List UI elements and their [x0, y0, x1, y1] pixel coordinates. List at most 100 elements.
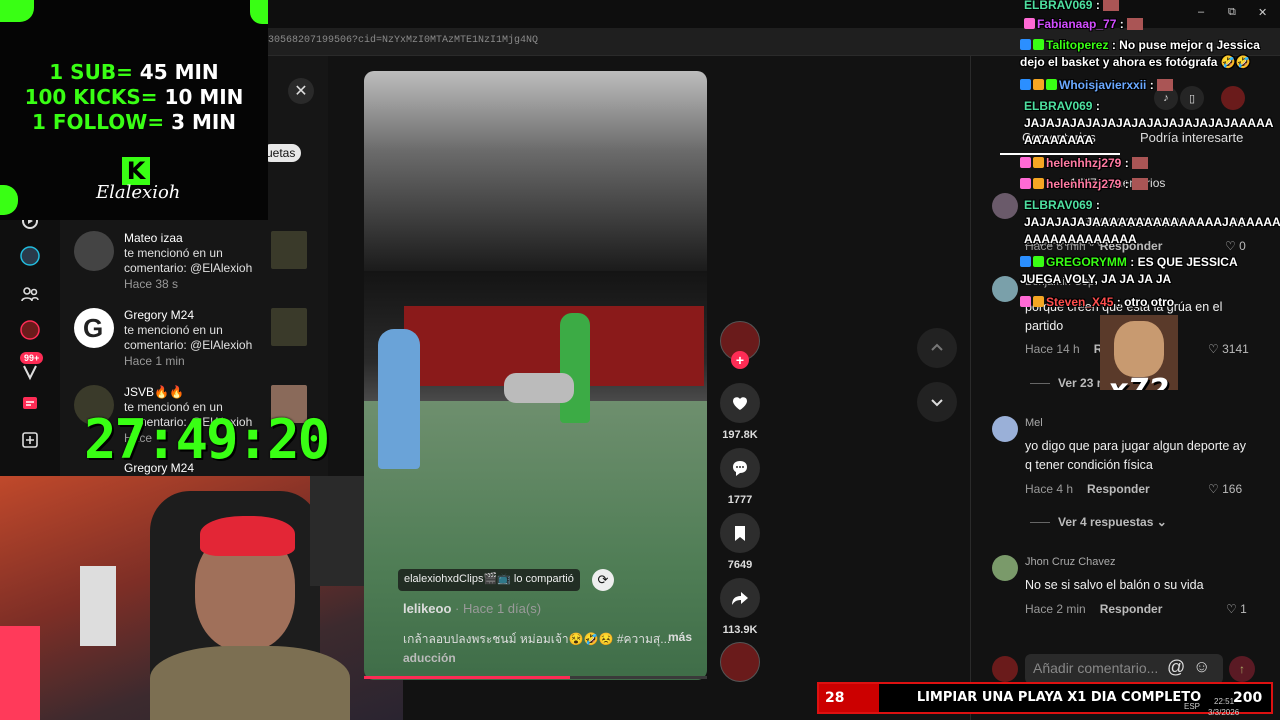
- video-player-figure: [378, 329, 420, 469]
- send-icon[interactable]: ↑: [1229, 656, 1255, 682]
- badge-icon: [1033, 178, 1044, 189]
- goal-bar: 28 LIMPIAR UNA PLAYA X1 DIA COMPLETO 200: [817, 682, 1273, 714]
- avatar[interactable]: [992, 416, 1018, 442]
- chat-user: ELBRAV069: [1024, 99, 1093, 113]
- reply-link[interactable]: Responder: [1087, 482, 1150, 496]
- notification-text: te mencionó en un comentario: @ElAlexioh: [124, 246, 253, 275]
- notification-user: Gregory M24: [124, 308, 195, 322]
- emote-icon: [1157, 79, 1174, 91]
- taskbar-language: ESP: [1184, 702, 1201, 711]
- view-replies-link[interactable]: Ver 23 r: [1030, 376, 1101, 390]
- close-icon[interactable]: ✕: [288, 78, 314, 104]
- comment-user[interactable]: Mel: [1025, 417, 1043, 429]
- mention-icon[interactable]: @: [1167, 657, 1185, 678]
- comment-input[interactable]: Añadir comentario... @ ☺: [1025, 654, 1223, 684]
- chat-message: ELBRAV069 : JAJAJAJAJAAAAAAAAAAAAAAAJAAAA…: [1024, 198, 1280, 246]
- emoji-icon[interactable]: ☺: [1193, 657, 1210, 677]
- share-action[interactable]: 113.9K: [720, 578, 760, 636]
- avatar[interactable]: [992, 555, 1018, 581]
- comment-like[interactable]: ♡ 1: [1226, 602, 1247, 616]
- shared-by-label[interactable]: elalexiohxdClips🎬📺 lo compartió: [398, 569, 580, 591]
- chat-user: helenhhzj279: [1046, 177, 1122, 191]
- paint-splat: [250, 0, 268, 24]
- following-avatar-icon[interactable]: [18, 244, 42, 268]
- chat-message: Fabianaap_77 :: [1024, 16, 1280, 33]
- like-count: 197.8K: [722, 429, 758, 441]
- repost-icon[interactable]: ⟳: [592, 569, 614, 591]
- save-action[interactable]: 7649: [720, 513, 760, 571]
- emote-icon: [1132, 157, 1149, 169]
- comment-meta: Hace 4 h Responder: [1025, 482, 1150, 496]
- streamer-hair: [200, 516, 295, 556]
- messages-icon[interactable]: [18, 392, 42, 416]
- comment-count: 1777: [727, 494, 753, 506]
- video-progress-bar[interactable]: [364, 676, 707, 679]
- goal-line-kicks: 100 KICKS= 10 MIN: [24, 85, 244, 109]
- badge-icon: [1033, 256, 1044, 267]
- comment-text: No se si salvo el balón o su vida: [1025, 578, 1204, 592]
- notification-thumbnail[interactable]: [271, 308, 307, 346]
- share-icon[interactable]: [720, 578, 760, 618]
- goal-target: 200: [1233, 690, 1263, 706]
- comment-user[interactable]: Jhon Cruz Chavez: [1025, 556, 1116, 568]
- follow-plus-icon[interactable]: +: [731, 351, 749, 369]
- emote-icon: [1132, 178, 1149, 190]
- comment-action[interactable]: 1777: [720, 448, 760, 506]
- badge-icon: [1033, 39, 1044, 50]
- notification-item[interactable]: Mateo izaa te mencionó en un comentario:…: [74, 231, 314, 301]
- paint-splat: [0, 0, 34, 22]
- taskbar-date: 3/3/2026: [1208, 708, 1240, 717]
- meme-emote: x72: [1100, 315, 1178, 390]
- chevron-down-icon[interactable]: [917, 382, 957, 422]
- badge-icon: [1020, 157, 1031, 168]
- badge-icon: [1033, 157, 1044, 168]
- chat-user: GREGORYMM: [1046, 255, 1127, 269]
- sound-avatar[interactable]: [720, 642, 760, 682]
- upload-icon[interactable]: [18, 428, 42, 452]
- url-text: 30568207199506?cid=NzYxMzI0MTAzMTE1NzI1M…: [268, 35, 539, 46]
- friends-icon[interactable]: [18, 282, 42, 306]
- emote-icon: [1103, 0, 1120, 11]
- goal-line-subs: 1 SUB= 45 MIN: [49, 60, 219, 84]
- paint-splat: [0, 185, 18, 215]
- heart-icon[interactable]: [720, 383, 760, 423]
- notification-thumbnail[interactable]: [271, 231, 307, 269]
- badge-icon: [1020, 79, 1031, 90]
- live-avatar-icon[interactable]: [18, 318, 42, 342]
- shelf-box: [80, 566, 116, 646]
- goal-line-follows: 1 FOLLOW= 3 MIN: [31, 110, 237, 134]
- video-caption: เกล้าลอบปลงพระชนม์ หม่อมเจ้า😵🤣😣 #ความสุ.…: [403, 630, 693, 646]
- bookmark-icon[interactable]: [720, 513, 760, 553]
- more-link[interactable]: más: [668, 630, 692, 644]
- reply-link[interactable]: Responder: [1100, 602, 1163, 616]
- comment-like[interactable]: ♡ 3141: [1208, 342, 1249, 356]
- view-replies-link[interactable]: Ver 4 respuestas ⌄: [1030, 515, 1167, 529]
- like-action[interactable]: 197.8K: [720, 383, 760, 441]
- notification-time: Hace 1 min: [124, 354, 185, 368]
- notification-item[interactable]: G Gregory M24 te mencionó en un comentar…: [74, 308, 314, 378]
- chat-message: helenhhzj279 :: [1020, 176, 1278, 193]
- badge-icon: [1024, 18, 1035, 29]
- avatar[interactable]: [992, 193, 1018, 219]
- chevron-up-icon[interactable]: [917, 328, 957, 368]
- chat-user: Whoisjavierxxii: [1059, 78, 1147, 92]
- signature-logo: Elalexioh: [96, 182, 181, 203]
- avatar[interactable]: [992, 276, 1018, 302]
- comment-like[interactable]: ♡ 166: [1208, 482, 1242, 496]
- emote-icon: [1127, 18, 1144, 30]
- chat-message: helenhhzj279 :: [1020, 155, 1278, 172]
- video-author[interactable]: lelikeoo · Hace 1 día(s): [403, 601, 541, 616]
- video-player-figure: [560, 313, 590, 423]
- self-avatar: [992, 656, 1018, 682]
- comment-icon[interactable]: [720, 448, 760, 488]
- notification-user: Mateo izaa: [124, 231, 183, 245]
- badge-icon: [1046, 79, 1057, 90]
- chat-user: Steven_X45: [1046, 295, 1114, 309]
- chat-message: Talitoperez : No puse mejor q Jessica de…: [1020, 38, 1260, 69]
- goal-current: 28: [819, 684, 879, 712]
- video-scene-roof: [364, 71, 707, 271]
- screen: – ⧉ ✕ 30568207199506?cid=NzYxMzI0MTAzMTE…: [0, 0, 1280, 720]
- save-count: 7649: [727, 559, 753, 571]
- translate-link[interactable]: aducción: [403, 651, 456, 665]
- post-time: · Hace 1 día(s): [455, 601, 542, 616]
